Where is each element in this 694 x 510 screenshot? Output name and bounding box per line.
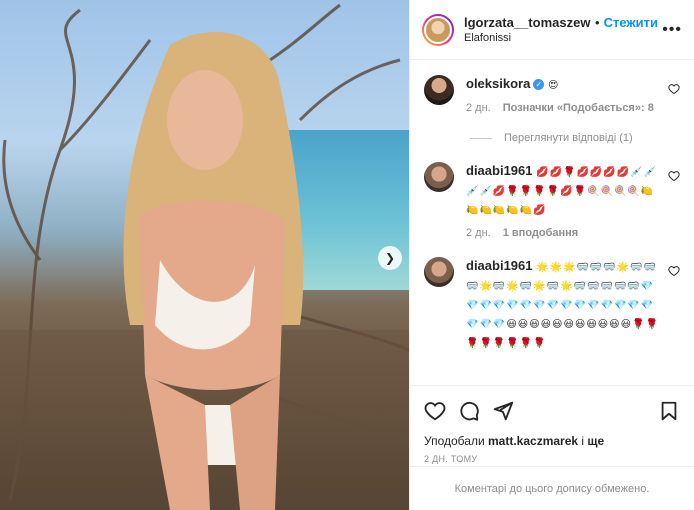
commenter-avatar[interactable] — [424, 75, 454, 105]
heart-icon[interactable] — [668, 170, 680, 182]
commenter-avatar[interactable] — [424, 162, 454, 192]
commenter-username[interactable]: diaabi1961 — [466, 258, 533, 273]
comments-disabled-notice: Коментарі до цього допису обмежено. — [410, 466, 694, 510]
heart-icon[interactable] — [668, 83, 680, 95]
chevron-right-icon: ❯ — [384, 251, 396, 265]
commenter-username[interactable]: oleksikora — [466, 76, 530, 91]
comment-text: 🌟🌟🌟🥽🥽🥽🌟🥽🥽🥽🌟🥽🌟🥽🌟🥽🌟🥽🥽🥽🥽🥽💎💎💎💎💎💎💎💎💎💎💎💎💎💎💎💎💎💎… — [466, 262, 659, 349]
post-header: lgorzata__tomaszewska • Стежити Elafonis… — [410, 0, 694, 60]
heart-icon[interactable] — [668, 265, 680, 277]
view-replies-label: Переглянути відповіді (1) — [504, 132, 633, 144]
view-replies-button[interactable]: Переглянути відповіді (1) — [470, 132, 680, 144]
author-info: lgorzata__tomaszewska • Стежити Elafonis… — [464, 15, 662, 44]
author-avatar[interactable] — [422, 13, 454, 46]
post-timestamp[interactable]: 2 ДН. ТОМУ — [424, 454, 680, 464]
post-actions: Уподобали matt.kaczmarek і ще 2 ДН. ТОМУ — [410, 385, 694, 464]
action-icons — [424, 394, 680, 428]
commenter-username[interactable]: diaabi1961 — [466, 163, 533, 178]
comment-item: oleksikora ✓ 😍 2 дн. Позначки «Подобаєтьс… — [424, 75, 680, 114]
post-sidebar: lgorzata__tomaszewska • Стежити Elafonis… — [409, 0, 694, 510]
follow-button[interactable]: Стежити — [604, 15, 658, 30]
more-options-icon[interactable]: ••• — [662, 21, 682, 39]
separator-dot: • — [595, 15, 600, 30]
post-location[interactable]: Elafonissi — [464, 32, 662, 44]
liked-more-link[interactable]: ще — [587, 434, 604, 448]
comment-item: diaabi1961 💋💋🌹💋💋💋💋💉💉💉💉💋🌹🌹🌹🌹💋🌹🍭🍭🍭🍭🍋🍋🍋🍋🍋🍋💋… — [424, 162, 680, 239]
commenter-avatar[interactable] — [424, 257, 454, 287]
comment-likes-count[interactable]: Позначки «Подобається»: 8 — [503, 102, 654, 114]
comment-text: 😍 — [547, 80, 560, 91]
verified-icon: ✓ — [533, 79, 545, 91]
comment-likes-count[interactable]: 1 вподобання — [503, 227, 578, 239]
carousel-next-button[interactable]: ❯ — [378, 246, 402, 270]
liked-prefix: Уподобали — [424, 434, 485, 448]
like-heart-icon[interactable] — [424, 400, 446, 422]
comment-time[interactable]: 2 дн. — [466, 227, 491, 239]
liked-by: Уподобали matt.kaczmarek і ще — [424, 434, 680, 448]
bookmark-icon[interactable] — [658, 400, 680, 422]
comment-time[interactable]: 2 дн. — [466, 102, 491, 114]
comment-icon[interactable] — [458, 400, 480, 422]
person-figure — [123, 32, 304, 510]
share-icon[interactable] — [492, 400, 514, 422]
replies-line — [470, 137, 492, 139]
author-username[interactable]: lgorzata__tomaszewska — [464, 15, 591, 30]
comments-list: oleksikora ✓ 😍 2 дн. Позначки «Подобаєтьс… — [410, 61, 694, 376]
liked-and: і — [581, 434, 585, 448]
liked-user[interactable]: matt.kaczmarek — [488, 434, 578, 448]
post-photo[interactable]: ❯ — [0, 0, 409, 510]
comment-item: diaabi1961 🌟🌟🌟🥽🥽🥽🌟🥽🥽🥽🌟🥽🌟🥽🌟🥽🌟🥽🥽🥽🥽🥽💎💎💎💎💎💎💎… — [424, 257, 680, 352]
instagram-post-view: ❯ lgorzata__tomaszewska • Стежити Elafon… — [0, 0, 694, 510]
